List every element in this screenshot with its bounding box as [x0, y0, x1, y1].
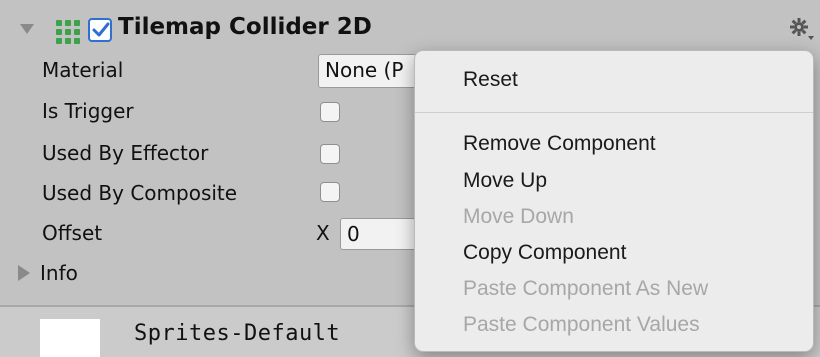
- menu-item-paste-component-values: Paste Component Values: [463, 313, 700, 336]
- menu-item-remove-component[interactable]: Remove Component: [463, 132, 656, 156]
- material-field[interactable]: None (P: [318, 54, 428, 88]
- is-trigger-label: Is Trigger: [42, 99, 134, 123]
- material-name: Sprites-Default: [134, 321, 341, 346]
- menu-item-reset[interactable]: Reset: [463, 68, 518, 92]
- component-header[interactable]: Tilemap Collider 2D: [0, 0, 820, 54]
- fold-arrow-icon[interactable]: [20, 24, 34, 34]
- checkmark-icon: [92, 22, 110, 37]
- menu-separator: [415, 112, 813, 113]
- used-by-effector-checkbox[interactable]: [320, 144, 340, 164]
- offset-label: Offset: [42, 221, 103, 245]
- tilemap-collider-icon: [54, 18, 84, 48]
- info-foldout-arrow-icon[interactable]: [18, 265, 30, 281]
- context-menu: Reset Remove Component Move Up Move Down…: [414, 50, 814, 352]
- info-label[interactable]: Info: [40, 261, 78, 285]
- component-title: Tilemap Collider 2D: [118, 14, 372, 40]
- component-enabled-checkbox[interactable]: [88, 18, 112, 42]
- menu-item-copy-component[interactable]: Copy Component: [463, 241, 626, 265]
- used-by-composite-checkbox[interactable]: [320, 182, 340, 202]
- used-by-effector-label: Used By Effector: [42, 141, 209, 165]
- menu-item-move-up[interactable]: Move Up: [463, 169, 547, 193]
- menu-item-move-down: Move Down: [463, 205, 574, 228]
- menu-item-paste-component-as-new: Paste Component As New: [463, 277, 709, 300]
- material-swatch: [40, 319, 100, 357]
- material-label: Material: [42, 58, 124, 82]
- used-by-composite-label: Used By Composite: [42, 181, 238, 205]
- is-trigger-checkbox[interactable]: [320, 102, 340, 122]
- offset-x-label: X: [316, 221, 330, 245]
- gear-icon[interactable]: [788, 16, 816, 44]
